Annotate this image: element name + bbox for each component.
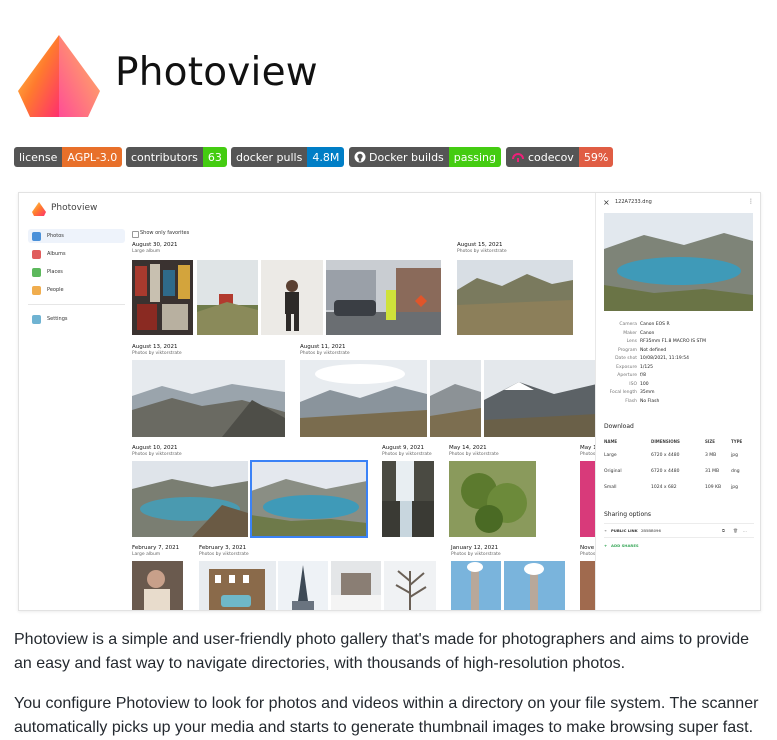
divider xyxy=(604,523,754,524)
sidebar-item-settings[interactable]: Settings xyxy=(28,312,125,326)
group-subtitle: Photos by viktorstrate xyxy=(457,249,507,254)
photo-thumbnail[interactable] xyxy=(278,561,328,610)
group-date: August 15, 2021 xyxy=(457,242,503,248)
sidebar-item-people[interactable]: People xyxy=(28,283,125,297)
photo-thumbnail[interactable] xyxy=(430,360,481,437)
exif-row: Lens RF35mm F1.8 MACRO IS STM xyxy=(626,339,707,344)
photo-thumbnail[interactable] xyxy=(199,561,276,610)
exif-row: Maker Canon xyxy=(623,330,655,336)
more-icon[interactable]: … xyxy=(743,528,747,533)
close-icon[interactable]: × xyxy=(603,198,610,207)
exif-row: Aperture f/8 xyxy=(617,373,646,378)
group-subtitle: Photos by viktorstrate xyxy=(449,452,499,457)
exif-row: Date shot 10/08/2021, 11:19:54 xyxy=(615,356,690,361)
plus-icon: + xyxy=(604,543,608,548)
photo-thumbnail[interactable] xyxy=(261,260,323,335)
description-paragraph: Photoview is a simple and user-friendly … xyxy=(14,631,750,672)
sidebar-item-places[interactable]: Places xyxy=(28,265,125,279)
photoview-logo xyxy=(18,35,100,117)
exif-row: Camera Canon EOS R xyxy=(619,322,670,327)
group-date: August 30, 2021 xyxy=(132,242,178,248)
group-date: August 10, 2021 xyxy=(132,445,178,451)
page-title: Photoview xyxy=(115,50,318,95)
exif-row: Focal length 35mm xyxy=(609,390,655,395)
group-date: Nove xyxy=(580,545,595,551)
albums-icon xyxy=(32,249,41,259)
group-date: August 13, 2021 xyxy=(132,344,178,350)
app-screenshot: Photoview Photos Albums Places People Se… xyxy=(18,192,761,611)
app-title: Photoview xyxy=(51,203,98,213)
photo-thumbnail[interactable] xyxy=(449,461,536,537)
preview-image xyxy=(604,213,753,311)
github-icon xyxy=(354,151,366,163)
license-badge[interactable]: license AGPL-3.0 xyxy=(14,147,123,167)
photo-thumbnail[interactable] xyxy=(132,561,183,610)
exif-row: Program Not defined xyxy=(618,347,667,353)
sidebar-details-panel: × 122A7233.dng ⋮ Camera Canon EOS R Maker… xyxy=(595,193,760,610)
delete-icon[interactable]: 🗑 xyxy=(733,528,738,533)
group-date: August 11, 2021 xyxy=(300,344,346,350)
photo-thumbnail[interactable] xyxy=(580,461,596,537)
favorites-checkbox[interactable] xyxy=(132,231,139,238)
group-subtitle: Photos by viktorstrate xyxy=(132,351,182,356)
people-icon xyxy=(32,285,41,295)
photos-icon xyxy=(32,231,41,241)
group-date: February 3, 2021 xyxy=(199,545,247,551)
places-icon xyxy=(32,267,41,277)
group-subtitle: Photos by viktorstrate xyxy=(199,552,249,557)
photo-thumbnail[interactable] xyxy=(132,260,193,335)
docker-builds-badge[interactable]: Docker builds passing xyxy=(349,147,501,167)
copy-icon[interactable]: ⧉ xyxy=(722,528,725,533)
photo-thumbnail[interactable] xyxy=(504,561,565,610)
group-subtitle: Photos xyxy=(580,552,596,557)
photo-thumbnail[interactable] xyxy=(132,461,248,537)
exif-row: ISO 100 xyxy=(629,381,649,387)
group-subtitle: Photos by viktorstrate xyxy=(132,452,182,457)
sidebar-item-albums[interactable]: Albums xyxy=(28,247,125,261)
photo-thumbnail[interactable] xyxy=(384,561,436,610)
photo-thumbnail[interactable] xyxy=(580,561,596,610)
exif-row: Flash No Flash xyxy=(625,398,660,404)
group-subtitle: Large album xyxy=(132,552,161,557)
photo-thumbnail-selected[interactable] xyxy=(250,460,368,538)
group-subtitle: Photos by viktorstrate xyxy=(382,452,432,457)
group-subtitle: Photos xyxy=(580,452,596,457)
photo-thumbnail[interactable] xyxy=(382,461,434,537)
group-subtitle: Photos by viktorstrate xyxy=(300,351,350,356)
file-name: 122A7233.dng xyxy=(615,199,652,205)
favorites-label: Show only favorites xyxy=(140,230,190,236)
photo-thumbnail[interactable] xyxy=(331,561,381,610)
photo-thumbnail[interactable] xyxy=(300,360,427,437)
download-title: Download xyxy=(604,423,634,430)
group-date: February 7, 2021 xyxy=(132,545,180,551)
sidebar-divider xyxy=(28,304,125,305)
group-date: August 9, 2021 xyxy=(382,445,424,451)
more-icon[interactable]: ⋮ xyxy=(748,198,754,205)
photo-thumbnail[interactable] xyxy=(132,360,285,437)
group-subtitle: Photos by viktorstrate xyxy=(451,552,501,557)
photo-thumbnail[interactable] xyxy=(484,360,597,437)
sidebar-item-photos[interactable]: Photos xyxy=(28,229,125,243)
link-icon: ⚭ xyxy=(604,528,608,533)
photo-thumbnail[interactable] xyxy=(197,260,258,335)
settings-icon xyxy=(32,314,41,324)
exif-row: Exposure 1/125 xyxy=(616,364,653,370)
sharing-title: Sharing options xyxy=(604,511,652,518)
description-paragraph: You configure Photoview to look for phot… xyxy=(14,695,759,736)
group-date: May 14, 2021 xyxy=(449,445,487,451)
divider xyxy=(604,537,754,538)
app-logo xyxy=(32,202,46,216)
photo-thumbnail[interactable] xyxy=(451,561,501,610)
group-date: January 12, 2021 xyxy=(451,545,499,551)
docker-pulls-badge[interactable]: docker pulls 4.8M xyxy=(231,147,345,167)
photo-thumbnail[interactable] xyxy=(457,260,573,335)
contributors-badge[interactable]: contributors 63 xyxy=(126,147,227,167)
codecov-icon xyxy=(512,153,524,162)
photo-thumbnail[interactable] xyxy=(326,260,441,335)
codecov-badge[interactable]: codecov 59% xyxy=(506,147,614,167)
group-subtitle: Large album xyxy=(132,249,161,254)
